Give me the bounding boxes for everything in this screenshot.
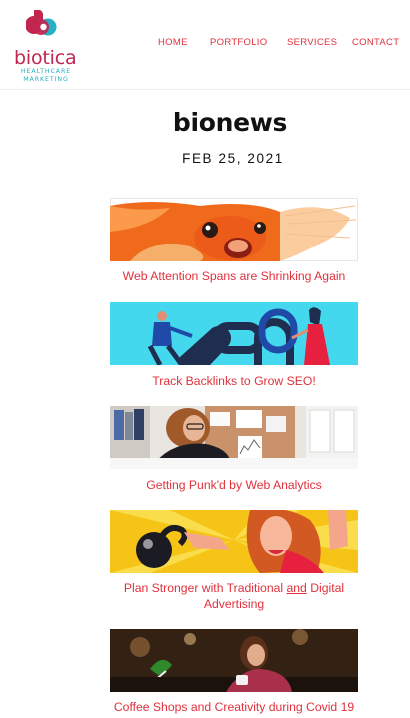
post-title-link[interactable]: Plan Stronger with Traditional and Digit… [110,580,358,612]
post-title-link[interactable]: Track Backlinks to Grow SEO! [110,373,358,389]
biotica-logo[interactable]: biotica HEALTHCARE MARKETING [12,8,77,84]
chain-links-image [110,302,358,365]
logo-tagline-line1: HEALTHCARE [20,68,72,75]
pop-art-kettlebell-image [110,510,358,573]
post-image-backlinks[interactable] [110,302,358,365]
goldfish-image [110,198,358,261]
post-image-goldfish[interactable] [110,198,358,261]
site-header: biotica HEALTHCARE MARKETING HOME PORTFO… [0,0,410,90]
nav-contact[interactable]: CONTACT [352,37,399,48]
nav-portfolio[interactable]: PORTFOLIO [210,37,267,48]
page-title: bionews [172,108,288,137]
post-title-link[interactable]: Getting Punk'd by Web Analytics [110,477,358,493]
post-image-advertising[interactable] [110,510,358,573]
post-title-link[interactable]: Web Attention Spans are Shrinking Again [110,268,358,284]
post-image-analytics[interactable] [110,406,358,469]
nav-services[interactable]: SERVICES [287,37,337,48]
post-title-part: Plan Stronger with Traditional [123,581,287,595]
logo-mark-icon [26,10,57,36]
post-title-underlined-word: and [286,581,307,595]
logo-wordmark: biotica [14,47,77,69]
post-date: FEB 25, 2021 [182,151,284,166]
office-woman-image [110,406,358,469]
coffee-shop-image [110,629,358,692]
post-image-coffee[interactable] [110,629,358,692]
logo-tagline: HEALTHCARE MARKETING [18,68,74,83]
nav-home[interactable]: HOME [158,37,188,48]
post-title-link[interactable]: Coffee Shops and Creativity during Covid… [110,699,358,715]
logo-tagline-line2: MARKETING [23,75,69,83]
